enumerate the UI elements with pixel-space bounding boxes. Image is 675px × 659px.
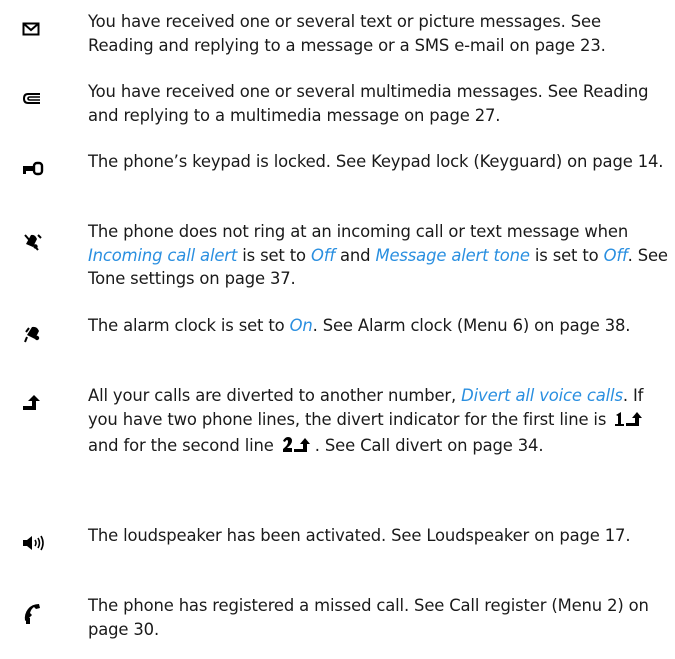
key-lock-icon: [22, 160, 52, 184]
setting-link[interactable]: Incoming call alert: [88, 246, 237, 265]
silent-bell-icon: [22, 232, 52, 256]
description-text: The alarm clock is set to: [88, 316, 290, 335]
indicator-description: The phone does not ring at an incoming c…: [88, 220, 668, 291]
multimedia-message-icon: [22, 90, 52, 114]
description-text: The loudspeaker has been activated. See …: [88, 526, 631, 545]
description-text: . See Call divert on page 34.: [314, 436, 544, 455]
envelope-icon: [22, 21, 52, 45]
description-text: is set to: [237, 245, 311, 265]
description-text: . See Alarm clock (Menu 6) on page 38.: [312, 316, 631, 335]
description-text: and: [334, 245, 376, 265]
description-text: and for the second line: [88, 436, 279, 455]
indicator-description: You have received one or several multime…: [88, 80, 668, 127]
setting-link[interactable]: Message alert tone: [375, 246, 529, 265]
description-text: You have received one or several multime…: [88, 82, 649, 125]
loudspeaker-icon: [22, 534, 52, 558]
alarm-bell-icon: [22, 324, 52, 348]
divert-arrow-icon: [22, 394, 52, 418]
indicator-description: The loudspeaker has been activated. See …: [88, 524, 668, 548]
line-1-divert-icon: [613, 410, 645, 435]
description-text: The phone’s keypad is locked. See Keypad…: [88, 152, 664, 171]
description-text: All your calls are diverted to another n…: [88, 386, 462, 405]
description-text: is set to: [529, 245, 604, 265]
missed-call-icon: [22, 602, 52, 626]
description-text: The phone has registered a missed call. …: [88, 596, 649, 639]
line-2-divert-icon: [281, 436, 313, 461]
indicator-description: The alarm clock is set to On. See Alarm …: [88, 314, 668, 338]
setting-value[interactable]: Off: [311, 246, 335, 265]
setting-value[interactable]: On: [290, 316, 313, 335]
setting-value[interactable]: Off: [604, 246, 628, 265]
indicator-description: The phone has registered a missed call. …: [88, 594, 668, 641]
description-text: You have received one or several text or…: [88, 12, 606, 55]
description-text: The phone does not ring at an incoming c…: [88, 222, 629, 241]
indicator-description: You have received one or several text or…: [88, 10, 668, 57]
setting-link[interactable]: Divert all voice calls: [461, 386, 623, 405]
indicator-description: All your calls are diverted to another n…: [88, 384, 668, 461]
indicator-description: The phone’s keypad is locked. See Keypad…: [88, 150, 668, 174]
